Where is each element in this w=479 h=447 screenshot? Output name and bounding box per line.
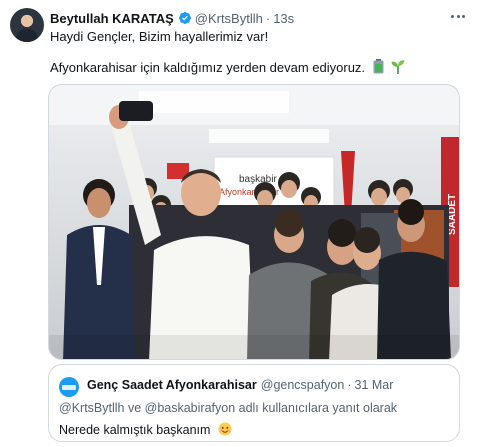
tweet-text-line-1: Haydi Gençler, Bizim hayallerimiz var!: [50, 29, 269, 44]
header-separator: ·: [265, 10, 271, 26]
quoted-reply-context: @KrtsBytllh ve @baskabirafyon adlı kulla…: [59, 401, 398, 415]
quoted-author-name[interactable]: Genç Saadet Afyonkarahisar: [87, 378, 257, 392]
author-handle[interactable]: @KrtsBytllh: [195, 11, 263, 26]
tweet[interactable]: Beytullah KARATAŞ @KrtsBytllh · 13s Hayd…: [0, 0, 479, 447]
poster-text-top: başkabir: [239, 174, 277, 185]
author-name[interactable]: Beytullah KARATAŞ: [50, 11, 174, 26]
author-avatar[interactable]: [10, 8, 44, 42]
tweet-timestamp[interactable]: 13s: [273, 11, 294, 26]
quoted-tweet-text-content: Nerede kalmıştık başkanım: [59, 423, 211, 437]
quoted-header-separator: ·: [347, 378, 352, 392]
group-selfie-image: başkabir Afyonkarahisar SAADET: [49, 85, 459, 359]
verified-badge-icon: [178, 12, 191, 24]
quoted-tweet-date[interactable]: 31 Mar: [355, 378, 394, 392]
quoted-author-avatar[interactable]: [59, 377, 79, 397]
quoted-tweet-text: Nerede kalmıştık başkanım: [59, 422, 232, 437]
quoted-tweet[interactable]: Genç Saadet Afyonkarahisar @gencspafyon …: [48, 364, 460, 442]
quoted-tweet-header: Genç Saadet Afyonkarahisar @gencspafyon …: [87, 378, 393, 392]
seedling-icon: [391, 60, 405, 74]
battery-icon: [373, 59, 384, 74]
smiling-face-icon: [218, 422, 232, 436]
tweet-text-line-2: Afyonkarahisar için kaldığımız yerden de…: [50, 59, 405, 75]
tweet-header: Beytullah KARATAŞ @KrtsBytllh · 13s: [50, 9, 294, 27]
more-options-icon[interactable]: [449, 8, 467, 24]
quoted-author-handle[interactable]: @gencspafyon: [261, 378, 345, 392]
tweet-photo[interactable]: başkabir Afyonkarahisar SAADET: [48, 84, 460, 360]
tweet-text-line-2-content: Afyonkarahisar için kaldığımız yerden de…: [50, 60, 366, 75]
